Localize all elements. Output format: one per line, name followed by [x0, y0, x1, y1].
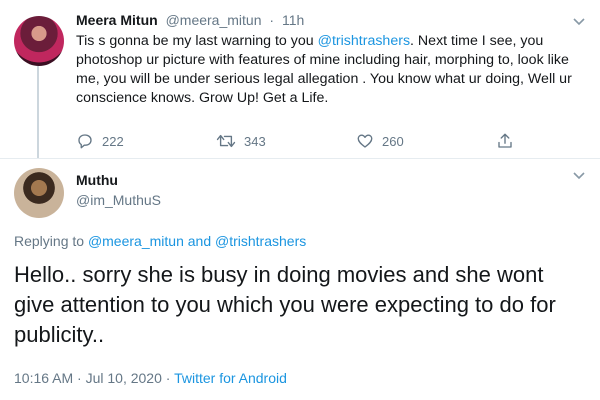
chevron-down-icon[interactable] — [572, 168, 586, 184]
author-handle[interactable]: @meera_mitun — [166, 12, 262, 28]
replying-to: Replying to @meera_mitun and @trishtrash… — [14, 233, 306, 249]
share-button[interactable] — [496, 130, 514, 152]
heart-icon — [356, 132, 374, 150]
mention-link[interactable]: @meera_mitun — [88, 233, 184, 249]
reply-icon — [76, 132, 94, 150]
share-icon — [496, 132, 514, 150]
tweet-timestamp[interactable]: 10:16 AM · Jul 10, 2020 — [14, 370, 162, 386]
chevron-down-icon[interactable] — [572, 14, 586, 30]
retweet-count: 343 — [244, 133, 266, 149]
tweet-meta: 10:16 AM · Jul 10, 2020 · Twitter for An… — [14, 370, 287, 386]
tweet-text: Tis s gonna be my last warning to you @t… — [76, 32, 586, 108]
tweet-text: Hello.. sorry she is busy in doing movie… — [14, 262, 556, 347]
separator-dot: · — [269, 12, 275, 28]
retweet-icon — [216, 132, 236, 150]
avatar[interactable] — [14, 168, 64, 218]
reply-count: 222 — [102, 133, 124, 149]
replying-and[interactable]: and — [184, 233, 215, 249]
avatar[interactable] — [14, 16, 64, 66]
tweet-text-before: Tis s gonna be my last warning to you — [76, 33, 318, 49]
tweet-time[interactable]: 11h — [282, 12, 304, 28]
reply-button[interactable]: 222 — [76, 130, 216, 152]
tweet-source[interactable]: Twitter for Android — [174, 370, 287, 386]
retweet-button[interactable]: 343 — [216, 130, 356, 152]
meta-separator: · — [161, 370, 175, 386]
tweet-actions: 222 343 260 — [76, 130, 546, 152]
author-name[interactable]: Muthu — [76, 172, 118, 188]
thread-line — [37, 66, 39, 158]
mention-link[interactable]: @trishtrashers — [215, 233, 306, 249]
tweet-header: Meera Mitun @meera_mitun · 11h — [76, 12, 304, 28]
divider — [0, 158, 600, 159]
like-count: 260 — [382, 133, 404, 149]
author-name[interactable]: Meera Mitun — [76, 12, 158, 28]
author-handle[interactable]: @im_MuthuS — [76, 192, 161, 208]
parent-tweet[interactable]: Meera Mitun @meera_mitun · 11h Tis s gon… — [0, 0, 600, 158]
replying-prefix: Replying to — [14, 233, 88, 249]
like-button[interactable]: 260 — [356, 130, 496, 152]
mention-link[interactable]: @trishtrashers — [318, 33, 410, 49]
